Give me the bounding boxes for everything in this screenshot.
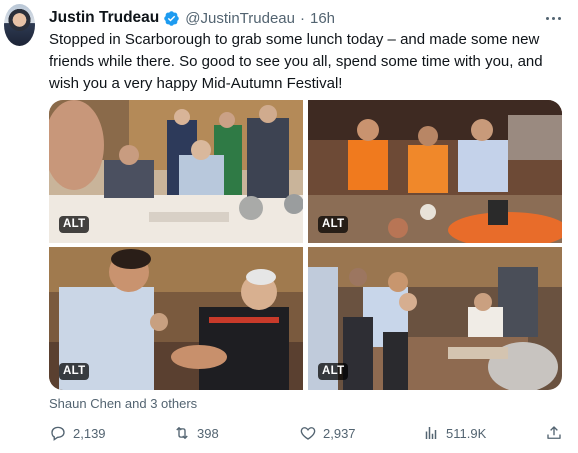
meta-separator: ·: [299, 9, 305, 27]
like-count: 2,937: [323, 425, 356, 441]
views-icon: [425, 427, 437, 439]
photo-2[interactable]: ALT: [308, 100, 562, 243]
alt-badge[interactable]: ALT: [59, 216, 90, 233]
alt-badge[interactable]: ALT: [59, 363, 90, 380]
author-handle[interactable]: @JustinTrudeau: [185, 10, 295, 27]
photo-1[interactable]: ALT: [49, 100, 303, 243]
more-icon[interactable]: [542, 8, 564, 28]
action-bar: 2,139 398 2,937 511.9K: [49, 422, 565, 444]
share-icon: [547, 426, 561, 439]
tweet-text: Stopped in Scarborough to grab some lunc…: [49, 31, 543, 92]
share-button[interactable]: [545, 422, 563, 444]
photo-3[interactable]: ALT: [49, 247, 303, 390]
retweet-button[interactable]: 398: [173, 422, 219, 444]
author-name[interactable]: Justin Trudeau: [49, 9, 159, 27]
photo-4[interactable]: ALT: [308, 247, 562, 390]
verified-badge-icon[interactable]: [163, 10, 180, 27]
author-avatar[interactable]: [4, 4, 35, 46]
views-button[interactable]: 511.9K: [422, 422, 486, 444]
like-button[interactable]: 2,937: [299, 422, 356, 444]
views-count: 511.9K: [446, 425, 487, 441]
tweet-time[interactable]: 16h: [310, 10, 335, 27]
tweet-header: Justin Trudeau @JustinTrudeau · 16h: [49, 8, 564, 28]
alt-badge[interactable]: ALT: [318, 216, 349, 233]
retweet-icon: [176, 427, 188, 439]
alt-badge[interactable]: ALT: [318, 363, 349, 380]
like-icon: [300, 427, 316, 440]
reply-count: 2,139: [73, 425, 106, 441]
retweet-count: 398: [197, 425, 219, 441]
reply-icon: [51, 426, 65, 441]
media-grid: ALT ALT ALT ALT: [49, 100, 562, 390]
reply-button[interactable]: 2,139: [49, 422, 106, 444]
liked-by-line[interactable]: Shaun Chen and 3 others: [49, 396, 197, 411]
